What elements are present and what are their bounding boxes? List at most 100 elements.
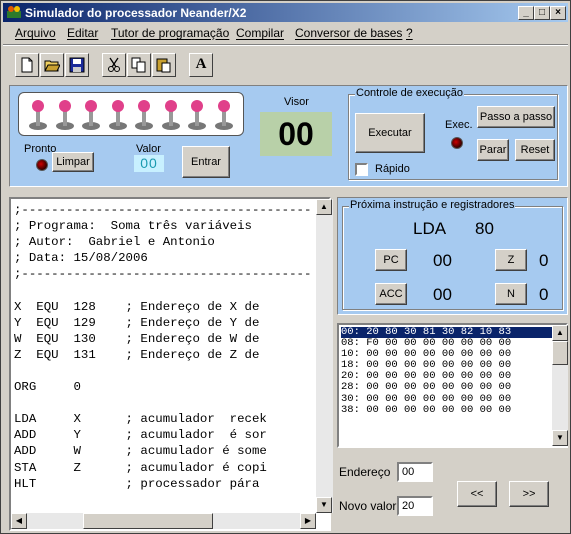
- memory-scroll-down-icon[interactable]: ▼: [552, 430, 568, 446]
- bit-switch-3[interactable]: [133, 98, 155, 132]
- memory-vscrollbar[interactable]: ▲ ▼: [552, 325, 568, 446]
- acc-button[interactable]: ACC: [375, 283, 407, 305]
- close-button[interactable]: ×: [550, 6, 566, 20]
- code-line[interactable]: [14, 363, 316, 379]
- code-line[interactable]: LDA X ; acumulador recek: [14, 411, 316, 427]
- save-icon: [69, 57, 85, 73]
- font-button[interactable]: A: [189, 53, 213, 77]
- valor-display: 00: [134, 155, 164, 172]
- menu-tutor[interactable]: Tutor de programação: [111, 26, 229, 40]
- title-bar[interactable]: Simulador do processador Neander/X2 _ □ …: [3, 3, 568, 22]
- menu-divider-highlight: [3, 45, 568, 46]
- valor-label: Valor: [136, 143, 161, 155]
- limpar-button[interactable]: Limpar: [52, 152, 94, 172]
- scroll-right-icon[interactable]: ▶: [300, 513, 316, 529]
- novo-valor-input[interactable]: 20: [397, 496, 433, 516]
- code-line[interactable]: Z EQU 131 ; Endereço de Z de: [14, 347, 316, 363]
- visor-display: 00: [260, 112, 332, 156]
- instruction-operand: 80: [475, 219, 494, 238]
- code-editor[interactable]: ;---------------------------------------…: [9, 197, 333, 531]
- memory-row[interactable]: 30: 00 00 00 00 00 00 00 00: [341, 393, 552, 405]
- minimize-icon: _: [523, 7, 529, 18]
- code-text[interactable]: ;---------------------------------------…: [14, 202, 316, 510]
- code-line[interactable]: ; Data: 15/08/2006: [14, 250, 316, 266]
- memory-row[interactable]: 28: 00 00 00 00 00 00 00 00: [341, 382, 552, 393]
- minimize-button[interactable]: _: [518, 6, 534, 20]
- bit-switch-1[interactable]: [186, 98, 208, 132]
- bit-switch-7[interactable]: [27, 98, 49, 132]
- next-address-button[interactable]: >>: [509, 481, 549, 507]
- code-line[interactable]: W EQU 130 ; Endereço de W de: [14, 331, 316, 347]
- code-line[interactable]: STA Z ; acumulador é copi: [14, 460, 316, 476]
- new-file-button[interactable]: [15, 53, 39, 77]
- memory-rows[interactable]: 00: 20 80 30 81 30 82 10 83 08: F0 00 00 …: [341, 327, 552, 444]
- bit-switch-2[interactable]: [160, 98, 182, 132]
- pc-button[interactable]: PC: [375, 249, 407, 271]
- code-line[interactable]: Y EQU 129 ; Endereço de Y de: [14, 315, 316, 331]
- menu-arquivo[interactable]: Arquivo: [15, 26, 56, 40]
- menu-editar[interactable]: Editar: [67, 26, 98, 40]
- editor-vscrollbar[interactable]: ▲ ▼: [316, 199, 333, 513]
- memory-scroll-up-icon[interactable]: ▲: [552, 325, 568, 341]
- scroll-left-icon[interactable]: ◀: [11, 513, 27, 529]
- endereco-label: Endereço: [339, 465, 391, 479]
- scroll-up-icon[interactable]: ▲: [316, 199, 332, 215]
- paste-button[interactable]: [152, 53, 176, 77]
- code-line[interactable]: ; Programa: Soma três variáveis: [14, 218, 316, 234]
- bit-switch-4[interactable]: [107, 98, 129, 132]
- endereco-input[interactable]: 00: [397, 462, 433, 482]
- bit-switch-6[interactable]: [54, 98, 76, 132]
- code-line[interactable]: ORG 0: [14, 379, 316, 395]
- save-button[interactable]: [65, 53, 89, 77]
- acc-value: 00: [433, 285, 452, 304]
- code-line[interactable]: HLT ; processador pára: [14, 476, 316, 492]
- memory-list[interactable]: 00: 20 80 30 81 30 82 10 83 08: F0 00 00 …: [337, 323, 568, 448]
- maximize-button[interactable]: □: [534, 6, 550, 20]
- parar-button[interactable]: Parar: [477, 139, 509, 161]
- open-button[interactable]: [40, 53, 64, 77]
- code-line[interactable]: ADD W ; acumulador é some: [14, 443, 316, 459]
- executar-button[interactable]: Executar: [355, 113, 425, 153]
- z-button[interactable]: Z: [495, 249, 527, 271]
- code-line[interactable]: ; Autor: Gabriel e Antonio: [14, 234, 316, 250]
- main-window: Simulador do processador Neander/X2 _ □ …: [0, 0, 571, 534]
- memory-row-partial: [341, 416, 552, 422]
- editor-hscroll-thumb[interactable]: [83, 513, 213, 529]
- control-panel: Pronto Limpar Valor 00 Entrar Visor 00 C…: [9, 85, 568, 187]
- font-icon: A: [195, 56, 207, 72]
- bit-switch-5[interactable]: [80, 98, 102, 132]
- code-line[interactable]: [14, 282, 316, 298]
- code-line[interactable]: ;---------------------------------------: [14, 266, 316, 282]
- cut-button[interactable]: [102, 53, 126, 77]
- entrar-button[interactable]: Entrar: [182, 146, 230, 178]
- editor-hscrollbar[interactable]: ◀ ▶: [11, 513, 316, 529]
- exec-label: Exec.: [445, 119, 473, 131]
- copy-button[interactable]: [127, 53, 151, 77]
- reset-button[interactable]: Reset: [515, 139, 555, 161]
- menu-compilar[interactable]: Compilar: [236, 26, 284, 40]
- memory-scroll-thumb[interactable]: [552, 341, 568, 365]
- code-line[interactable]: [14, 395, 316, 411]
- open-folder-icon: [44, 60, 60, 72]
- bit-switch-0[interactable]: [213, 98, 235, 132]
- code-line[interactable]: ;---------------------------------------: [14, 202, 316, 218]
- prev-address-button[interactable]: <<: [457, 481, 497, 507]
- rapido-checkbox[interactable]: [355, 163, 368, 176]
- switch-row: [27, 98, 239, 132]
- code-line[interactable]: ADD Y ; acumulador é sor: [14, 427, 316, 443]
- registers-group: Próxima instrução e registradores LDA 80…: [342, 199, 563, 310]
- menu-conversor[interactable]: Conversor de bases: [295, 26, 402, 40]
- menu-help[interactable]: ?: [406, 26, 413, 40]
- memory-row[interactable]: 38: 00 00 00 00 00 00 00 00: [341, 404, 552, 416]
- code-line[interactable]: X EQU 128 ; Endereço de X de: [14, 299, 316, 315]
- app-icon: [7, 6, 21, 18]
- scroll-down-icon[interactable]: ▼: [316, 497, 332, 513]
- rapido-label: Rápido: [375, 163, 410, 175]
- novo-valor-label: Novo valor: [339, 499, 397, 513]
- visor-label: Visor: [284, 96, 309, 108]
- passo-a-passo-button[interactable]: Passo a passo: [477, 106, 555, 128]
- copy-icon: [131, 57, 146, 73]
- n-button[interactable]: N: [495, 283, 527, 305]
- cut-icon: [108, 57, 120, 72]
- instruction-mnemonic: LDA: [413, 219, 447, 238]
